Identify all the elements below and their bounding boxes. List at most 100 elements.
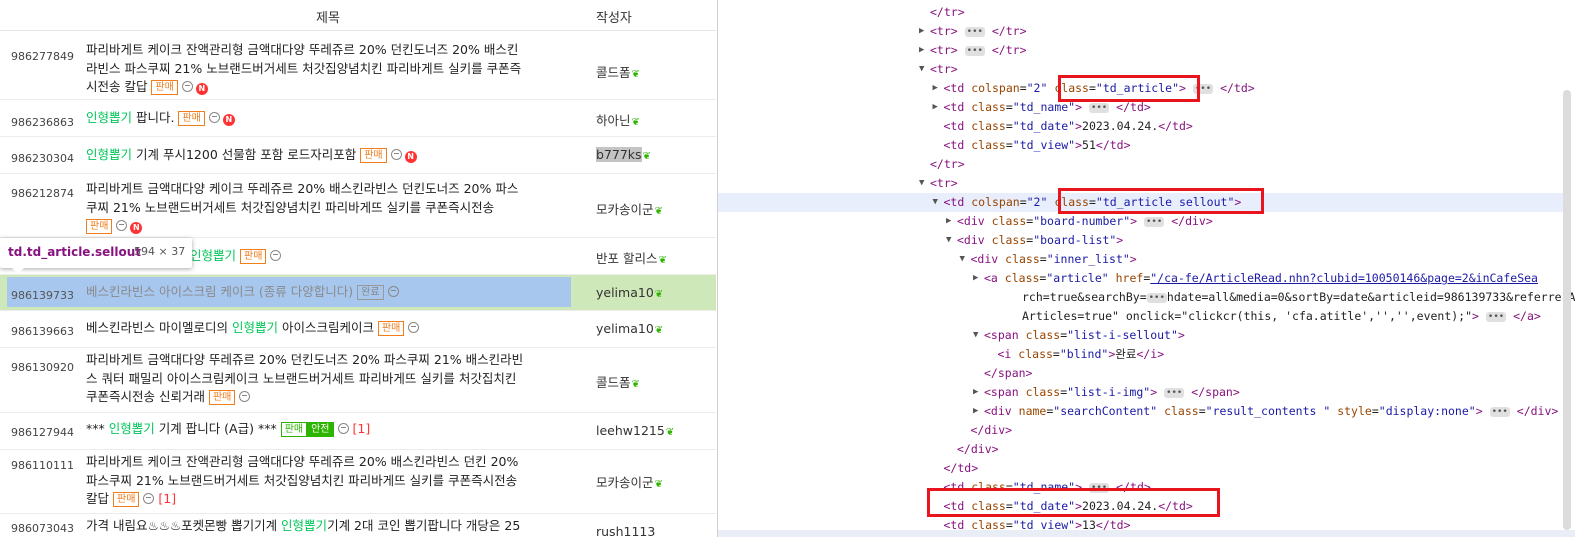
camera-icon	[270, 250, 282, 261]
author-name[interactable]: yelima10❦	[596, 285, 663, 300]
table-row[interactable]: 986139663 베스킨라빈스 마이멜로디의 인형뽑기 아이스크림케이크 판매 …	[0, 311, 716, 348]
dom-node-line[interactable]: <td class="td_date">2023.04.24.</td>	[718, 117, 1563, 136]
expanded-triangle-icon[interactable]: ▼	[933, 193, 938, 212]
camera-icon	[337, 423, 349, 434]
author-name[interactable]: 모카송이군❦	[596, 199, 663, 218]
dom-node-line[interactable]: ▶ <tr> ••• </tr>	[718, 22, 1563, 41]
highlight-box-td-article	[1058, 75, 1200, 102]
author-name[interactable]: yelima10❦	[596, 321, 663, 336]
collapsed-triangle-icon[interactable]: ▶	[919, 22, 924, 41]
dom-node-line[interactable]: </td>	[718, 459, 1563, 478]
dom-node-line[interactable]: </tr>	[718, 155, 1563, 174]
table-row-selected[interactable]: 986139733 베스킨라빈스 아이스크림 케이크 (종류 다양합니다) 완료 …	[0, 275, 716, 311]
sale-badge: 판매	[208, 390, 236, 405]
collapsed-triangle-icon[interactable]: ▶	[946, 212, 951, 231]
article-title[interactable]: 인형뽑기 팝니다. 판매 N	[86, 109, 576, 128]
dom-node-markup: </tr>	[930, 157, 965, 171]
dom-node-markup: Articles=true" onclick="clickcr(this, 'c…	[1022, 309, 1541, 323]
sale-badge: 판매	[113, 492, 140, 507]
expanded-triangle-icon[interactable]: ▼	[960, 250, 965, 269]
author-name[interactable]: rush1113	[596, 524, 655, 537]
table-row[interactable]: 986277849 파리바게트 케이크 잔액관리형 금액대다양 뚜레쥬르 20%…	[0, 31, 716, 100]
camera-icon	[143, 493, 155, 504]
dom-node-line[interactable]: Articles=true" onclick="clickcr(this, 'c…	[718, 307, 1563, 326]
table-row[interactable]: 986110111 파리바게트 케이크 잔액관리형 금액대다양 뚜레쥬르 20%…	[0, 450, 716, 514]
table-row[interactable]: 986236863 인형뽑기 팝니다. 판매 N 하아닌❦	[0, 100, 716, 137]
dom-node-line[interactable]: ▶ <tr> ••• </tr>	[718, 41, 1563, 60]
dom-node-markup: <tr> ••• </tr>	[930, 24, 1027, 38]
sprout-level-icon: ❦	[654, 206, 663, 217]
cafe-article-list: 제목 작성자 986277849 파리바게트 케이크 잔액관리형 금액대다양 뚜…	[0, 0, 716, 537]
article-title[interactable]: 인형뽑기 판매	[190, 247, 570, 266]
devtools-scrollbar[interactable]	[1563, 90, 1571, 530]
article-title[interactable]: 파리바게트 케이크 잔액관리형 금액대다양 뚜레쥬르 20% 던킨도너즈 20%…	[86, 41, 576, 97]
expanded-triangle-icon[interactable]: ▼	[919, 60, 924, 79]
collapsed-triangle-icon[interactable]: ▶	[933, 98, 938, 117]
comment-count[interactable]: [1]	[158, 491, 176, 506]
sold-out-badge: 완료	[357, 285, 384, 300]
camera-icon	[408, 322, 420, 333]
dom-node-markup: <tr>	[930, 62, 958, 76]
table-row[interactable]: 986130920 파리바게트 금액대다양 뚜레쥬르 20% 던킨도너즈 20%…	[0, 348, 716, 413]
article-title[interactable]: 베스킨라빈스 마이멜로디의 인형뽑기 아이스크림케이크 판매	[86, 319, 576, 338]
new-badge-icon: N	[130, 222, 143, 234]
collapsed-triangle-icon[interactable]: ▶	[973, 383, 978, 402]
article-number: 986130920	[11, 361, 74, 374]
collapsed-triangle-icon[interactable]: ▶	[973, 269, 978, 288]
dom-node-line[interactable]: <td class="td_view">51</td>	[718, 136, 1563, 155]
author-name[interactable]: b777ks❦	[596, 147, 651, 162]
author-name[interactable]: 모카송이군❦	[596, 472, 663, 491]
dom-node-line[interactable]: ▼ <div class="board-list">	[718, 231, 1563, 250]
table-row[interactable]: 986073043 가격 내림요♨♨♨포켓몬빵 뽑기기계 인형뽑기기계 2대 코…	[0, 514, 716, 537]
table-row[interactable]: 986230304 인형뽑기 기계 푸시1200 선물함 포함 로드자리포함 판매…	[0, 137, 716, 174]
dom-node-line[interactable]: ▶ <div class="board-number"> ••• </div>	[718, 212, 1563, 231]
collapsed-triangle-icon[interactable]: ▶	[973, 402, 978, 421]
dom-node-line[interactable]: </div>	[718, 421, 1563, 440]
author-name[interactable]: leehw1215❦	[596, 423, 674, 438]
article-title[interactable]: *** 인형뽑기 기계 팝니다 (A급) *** 판매 안전 [1]	[86, 420, 576, 439]
table-row[interactable]: 986212874 파리바게트 금액대다양 케이크 뚜레쥬르 20% 배스킨라빈…	[0, 174, 716, 238]
dom-node-line[interactable]: ▼ <span class="list-i-sellout">	[718, 326, 1563, 345]
dom-node-line[interactable]: </div>	[718, 440, 1563, 459]
list-header: 제목 작성자	[0, 0, 716, 31]
sprout-level-icon: ❦	[631, 379, 640, 390]
article-title[interactable]: 베스킨라빈스 아이스크림 케이크 (종류 다양합니다) 완료	[86, 283, 576, 302]
article-title[interactable]: 파리바게트 금액대다양 뚜레쥬르 20% 던킨도너즈 20% 파스쿠찌 21% …	[86, 351, 576, 407]
dom-node-line[interactable]: </tr>	[718, 3, 1563, 22]
dom-node-markup: </div>	[957, 442, 999, 456]
expanded-triangle-icon[interactable]: ▼	[973, 326, 978, 345]
author-name[interactable]: 반포 할리스❦	[596, 248, 667, 267]
dom-node-line[interactable]: ▶ <span class="list-i-img"> ••• </span>	[718, 383, 1563, 402]
collapsed-triangle-icon[interactable]: ▶	[919, 41, 924, 60]
expanded-triangle-icon[interactable]: ▼	[919, 174, 924, 193]
devtools-elements-panel: </tr> ▶ <tr> ••• </tr> ▶ <tr> ••• </tr> ▼ <tr>…	[717, 0, 1575, 537]
dom-node-line[interactable]: ▼ <div class="inner_list">	[718, 250, 1563, 269]
sprout-level-icon: ❦	[631, 117, 640, 128]
author-name[interactable]: 콜드폼❦	[596, 372, 640, 391]
highlight-box-td-date	[927, 488, 1220, 517]
new-badge-icon: N	[195, 83, 208, 95]
article-title[interactable]: 인형뽑기 기계 푸시1200 선물함 포함 로드자리포함 판매 N	[86, 146, 576, 165]
dom-node-line[interactable]: rch=true&searchBy= ••• hdate=all&media=0&s…	[718, 288, 1575, 307]
article-number: 986230304	[11, 152, 74, 165]
dom-node-line[interactable]: ▶ <div name="searchContent" class="result…	[718, 402, 1563, 421]
comment-count[interactable]: [1]	[353, 421, 371, 436]
dom-node-markup: </td>	[943, 461, 979, 475]
article-title[interactable]: 파리바게트 케이크 잔액관리형 금액대다양 뚜레쥬르 20% 배스킨라빈스 던킨…	[86, 453, 576, 509]
dom-node-line[interactable]: </span>	[718, 364, 1563, 383]
article-title[interactable]: 파리바게트 금액대다양 케이크 뚜레쥬르 20% 배스킨라빈스 던킨도너즈 20…	[86, 180, 576, 236]
dom-node-line[interactable]: ▶ <a class="article" href="/ca-fe/Article…	[718, 269, 1563, 288]
collapsed-triangle-icon[interactable]: ▶	[933, 79, 938, 98]
camera-icon	[116, 220, 128, 231]
author-name[interactable]: 하아닌❦	[596, 110, 640, 129]
dom-node-markup: <span class="list-i-sellout">	[984, 328, 1185, 342]
article-title[interactable]: 가격 내림요♨♨♨포켓몬빵 뽑기기계 인형뽑기기계 2대 코인 뽑기팝니다 개당…	[86, 517, 576, 536]
dom-node-line[interactable]: <i class="blind">완료</i>	[718, 345, 1563, 364]
article-number: 986110111	[11, 459, 74, 472]
tooltip-dimensions: 594 × 37	[134, 245, 186, 258]
author-name[interactable]: 콜드폼❦	[596, 62, 640, 81]
expanded-triangle-icon[interactable]: ▼	[946, 231, 951, 250]
article-number: 986277849	[11, 50, 74, 63]
camera-icon	[387, 286, 399, 297]
table-row[interactable]: 986127944 *** 인형뽑기 기계 팝니다 (A급) *** 판매 안전 [1…	[0, 413, 716, 450]
